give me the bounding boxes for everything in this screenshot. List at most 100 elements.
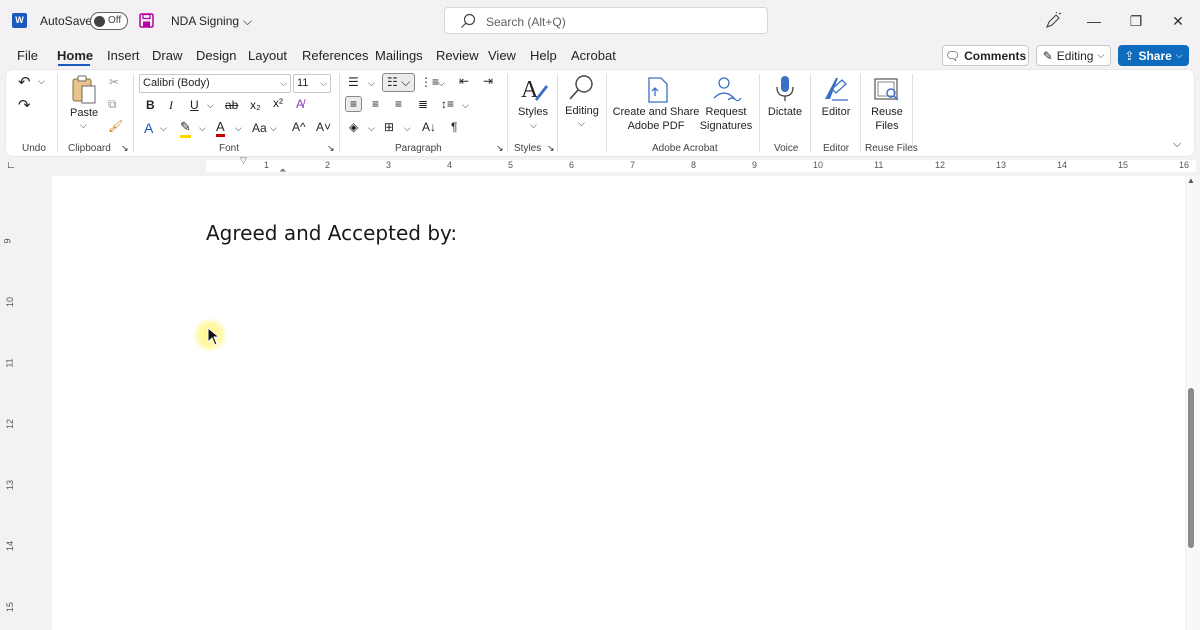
document-title[interactable]: NDA Signing ⌵	[171, 14, 252, 29]
chevron-down-icon[interactable]: ⌵	[368, 123, 375, 134]
reuse-files-icon[interactable]	[873, 76, 901, 104]
decrease-indent-icon[interactable]: ⇤	[459, 74, 469, 88]
chevron-down-icon[interactable]: ⌵	[207, 100, 214, 111]
bold-button[interactable]: B	[146, 98, 155, 112]
line-spacing-icon[interactable]: ↕≡	[441, 97, 454, 111]
align-left-icon[interactable]: ≡	[345, 96, 363, 112]
editing-mode-button[interactable]: ✎ Editing ⌵	[1036, 45, 1111, 66]
tab-selector-icon[interactable]: ∟	[6, 160, 16, 171]
document-text[interactable]: Agreed and Accepted by:	[206, 221, 457, 245]
tab-home[interactable]: Home	[57, 48, 93, 63]
italic-button[interactable]: I	[169, 98, 173, 113]
multilevel-list-icon[interactable]: ⋮≡	[420, 75, 439, 89]
create-pdf-icon[interactable]	[645, 76, 671, 104]
reuse-files-label-2[interactable]: Files	[866, 119, 908, 133]
undo-icon[interactable]: ↶	[18, 73, 31, 91]
chevron-down-icon[interactable]: ⌵	[578, 118, 585, 129]
sort-icon[interactable]: A↓	[422, 120, 436, 134]
request-signatures-label-1[interactable]: Request	[700, 105, 752, 119]
tab-insert[interactable]: Insert	[107, 48, 140, 63]
create-share-label-1[interactable]: Create and Share	[612, 105, 700, 119]
format-painter-icon[interactable]: 🖌	[108, 119, 123, 133]
reuse-files-label-1[interactable]: Reuse	[866, 105, 908, 119]
request-signatures-label-2[interactable]: Signatures	[696, 119, 756, 133]
chevron-down-icon[interactable]: ⌵	[270, 123, 277, 134]
chevron-down-icon[interactable]: ⌵	[462, 100, 469, 111]
word-logo-icon[interactable]: W	[12, 13, 27, 28]
align-center-icon[interactable]: ≡	[372, 97, 379, 111]
text-effects-icon[interactable]: A	[144, 120, 153, 136]
increase-indent-icon[interactable]: ⇥	[483, 74, 493, 88]
dialog-launcher-icon[interactable]: ↘	[327, 143, 335, 154]
tab-review[interactable]: Review	[436, 48, 479, 63]
dictate-label[interactable]: Dictate	[764, 105, 806, 119]
cut-icon[interactable]: ✂	[109, 75, 119, 89]
microphone-icon[interactable]	[775, 75, 795, 103]
undo-dropdown-icon[interactable]: ⌵	[38, 76, 45, 87]
comments-button[interactable]: 🗨 Comments	[942, 45, 1029, 66]
underline-button[interactable]: U	[190, 98, 199, 112]
styles-icon[interactable]: A	[519, 75, 549, 103]
editor-label[interactable]: Editor	[816, 105, 856, 119]
styles-label[interactable]: Styles	[514, 105, 552, 119]
close-button[interactable]: ✕	[1167, 10, 1189, 32]
tab-mailings[interactable]: Mailings	[375, 48, 423, 63]
scroll-up-arrow-icon[interactable]: ▲	[1187, 176, 1195, 185]
tab-file[interactable]: File	[17, 48, 38, 63]
grow-font-button[interactable]: A^	[292, 120, 306, 134]
shading-icon[interactable]: ◈	[349, 120, 358, 134]
redo-icon[interactable]: ↷	[18, 96, 31, 114]
tab-view[interactable]: View	[488, 48, 516, 63]
tab-draw[interactable]: Draw	[152, 48, 182, 63]
chevron-down-icon[interactable]: ⌵	[199, 123, 206, 134]
editor-icon[interactable]	[822, 75, 850, 103]
chevron-down-icon[interactable]: ⌵	[530, 120, 537, 131]
font-size-select[interactable]: 11 ⌵	[293, 74, 331, 93]
chevron-down-icon[interactable]: ⌵	[438, 78, 445, 89]
scrollbar-thumb[interactable]	[1188, 388, 1194, 548]
share-button[interactable]: ⇪ Share ⌵	[1118, 45, 1189, 66]
find-icon[interactable]	[567, 74, 595, 102]
align-right-icon[interactable]: ≡	[395, 97, 402, 111]
dialog-launcher-icon[interactable]: ↘	[496, 143, 504, 154]
create-share-label-2[interactable]: Adobe PDF	[612, 119, 700, 133]
justify-icon[interactable]: ≣	[418, 97, 428, 111]
dialog-launcher-icon[interactable]: ↘	[547, 143, 555, 154]
paste-icon[interactable]	[70, 75, 98, 105]
tab-help[interactable]: Help	[530, 48, 557, 63]
ribbon-collapse-icon[interactable]: ⌵	[1173, 138, 1181, 151]
show-formatting-icon[interactable]: ¶	[451, 120, 457, 134]
minimize-button[interactable]: —	[1083, 10, 1105, 32]
vertical-scrollbar[interactable]: ▲	[1186, 176, 1200, 630]
tab-references[interactable]: References	[302, 48, 368, 63]
font-color-icon[interactable]: A	[216, 119, 225, 137]
designer-pen-icon[interactable]	[1044, 12, 1062, 30]
borders-icon[interactable]: ⊞	[384, 120, 394, 134]
request-signatures-icon[interactable]	[710, 76, 742, 104]
copy-icon[interactable]: ⧉	[108, 97, 117, 112]
highlight-icon[interactable]: ✎	[180, 119, 191, 138]
superscript-button[interactable]: x²	[273, 96, 283, 110]
paste-label[interactable]: Paste	[70, 106, 98, 120]
chevron-down-icon[interactable]: ⌵	[80, 120, 87, 131]
strikethrough-button[interactable]: ab	[225, 98, 238, 112]
font-name-select[interactable]: Calibri (Body) ⌵	[139, 74, 291, 93]
numbering-icon[interactable]: ☷ ⌵	[382, 73, 416, 92]
bullets-icon[interactable]: ☰	[348, 75, 359, 89]
chevron-down-icon[interactable]: ⌵	[235, 123, 242, 134]
chevron-down-icon[interactable]: ⌵	[160, 123, 167, 134]
tab-layout[interactable]: Layout	[248, 48, 287, 63]
editing-group-label[interactable]: Editing	[562, 104, 602, 118]
chevron-down-icon[interactable]: ⌵	[404, 123, 411, 134]
clear-formatting-icon[interactable]: A̸	[296, 97, 304, 111]
save-icon[interactable]	[139, 13, 154, 28]
search-box[interactable]: Search (Alt+Q)	[444, 7, 768, 34]
change-case-button[interactable]: Aa	[252, 121, 267, 135]
chevron-down-icon[interactable]: ⌵	[368, 78, 375, 89]
tab-acrobat[interactable]: Acrobat	[571, 48, 616, 63]
hanging-indent-marker[interactable]: ⏶	[279, 165, 286, 176]
subscript-button[interactable]: x₂	[250, 98, 261, 112]
dialog-launcher-icon[interactable]: ↘	[121, 143, 129, 154]
first-line-indent-marker[interactable]: ▽	[240, 155, 247, 166]
restore-button[interactable]: ❐	[1125, 10, 1147, 32]
